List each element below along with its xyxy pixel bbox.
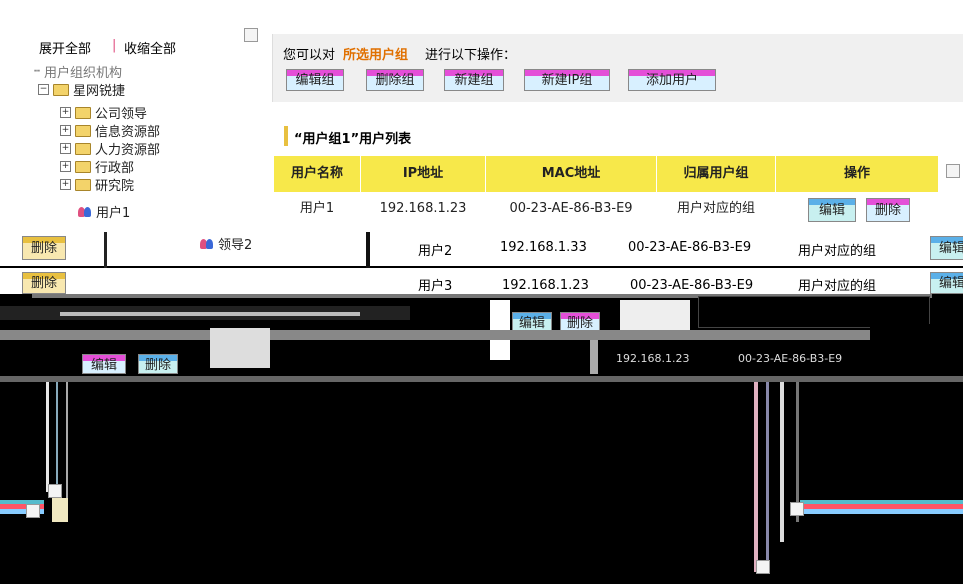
ops-prefix: 您可以对 xyxy=(283,48,336,63)
tree-item-label: 行政部 xyxy=(95,161,135,176)
ops-suffix: 进行以下操作： xyxy=(425,48,517,63)
row1-name: 用户1 xyxy=(274,192,360,226)
glitch-edit-button[interactable]: 编辑 xyxy=(82,354,126,374)
add-user-button[interactable]: 添加用户 xyxy=(628,69,716,91)
new-ip-group-button[interactable]: 新建IP组 xyxy=(524,69,610,91)
tree-root[interactable]: ┅ 用户组织机构 xyxy=(34,62,122,81)
header-group: 归属用户组 xyxy=(657,156,776,192)
row3-ip: 192.168.1.23 xyxy=(502,278,589,293)
glitch-band xyxy=(590,340,598,374)
folder-icon xyxy=(75,178,91,191)
tree-root-label: 用户组织机构 xyxy=(44,66,123,81)
glitch-band xyxy=(210,328,270,368)
tree-item-label: 公司领导 xyxy=(95,107,148,122)
glitch-ip-text: 192.168.1.23 xyxy=(616,352,690,365)
glitch-line xyxy=(56,382,58,492)
tree-org[interactable]: − 星网锐捷 xyxy=(38,80,125,99)
glitch-line xyxy=(766,382,769,572)
delete-group-button[interactable]: 删除组 xyxy=(366,69,424,91)
tree-item-leaders[interactable]: + 公司领导 xyxy=(60,103,147,122)
folder-icon xyxy=(75,106,91,119)
glitch-line xyxy=(46,382,49,492)
window-icon[interactable] xyxy=(756,560,770,574)
window-icon[interactable] xyxy=(48,484,62,498)
expand-all-link[interactable]: 展开全部 xyxy=(39,38,91,57)
row1-group: 用户对应的组 xyxy=(657,192,775,226)
expand-icon[interactable]: + xyxy=(60,107,71,118)
list-title-bar xyxy=(284,126,288,146)
tree-item-hr[interactable]: + 人力资源部 xyxy=(60,139,160,158)
collapse-panel-icon[interactable] xyxy=(244,28,258,42)
expand-icon[interactable]: + xyxy=(60,161,71,172)
folder-icon xyxy=(75,142,91,155)
tree-leader-label: 领导2 xyxy=(218,238,253,253)
tree-user-leaf[interactable]: 用户1 xyxy=(78,202,130,221)
window-icon[interactable] xyxy=(790,502,804,516)
tree-panel: 展开全部 | 收缩全部 ┅ 用户组织机构 − 星网锐捷 + 公司领导 + 信息资… xyxy=(20,20,242,230)
glitch-bar-right xyxy=(800,500,963,514)
glitch-band xyxy=(870,324,963,374)
glitch-band xyxy=(0,330,963,340)
org-chart-icon: ┅ xyxy=(34,66,41,77)
tree-leader-leaf[interactable]: 领导2 xyxy=(200,234,252,253)
glitch-delete-button[interactable]: 删除 xyxy=(138,354,178,374)
expand-icon[interactable]: + xyxy=(60,143,71,154)
collapse-icon[interactable]: − xyxy=(38,84,49,95)
glitch-block xyxy=(52,498,68,522)
folder-icon xyxy=(75,124,91,137)
row1-ip: 192.168.1.23 xyxy=(361,192,485,226)
glitch-band xyxy=(60,312,360,316)
tree-item-research[interactable]: + 研究院 xyxy=(60,175,134,194)
glitch-line xyxy=(796,382,799,522)
glitch-mac-text: 00-23-AE-86-B3-E9 xyxy=(738,352,843,365)
row2-delete-button-left[interactable]: 删除 xyxy=(22,236,66,260)
tree-user-label: 用户1 xyxy=(96,206,131,221)
row1-edit-button[interactable]: 编辑 xyxy=(808,198,856,222)
row2-ip: 192.168.1.33 xyxy=(500,240,587,255)
row3-name: 用户3 xyxy=(418,279,453,294)
collapse-all-link[interactable]: 收缩全部 xyxy=(124,38,176,57)
row1-delete-button[interactable]: 删除 xyxy=(866,198,910,222)
tree-separator: | xyxy=(112,38,117,53)
row2-edit-button[interactable]: 编辑 xyxy=(930,236,963,260)
new-group-button[interactable]: 新建组 xyxy=(444,69,504,91)
list-title: “用户组1”用户列表 xyxy=(294,132,412,147)
users-icon xyxy=(78,206,92,217)
ops-target: 所选用户组 xyxy=(343,48,409,63)
row2-mac: 00-23-AE-86-B3-E9 xyxy=(628,240,752,255)
tree-item-label: 信息资源部 xyxy=(95,125,161,140)
glitch-line xyxy=(780,382,784,542)
tree-item-admin[interactable]: + 行政部 xyxy=(60,157,134,176)
header-user-name: 用户名称 xyxy=(274,156,361,192)
tree-item-info[interactable]: + 信息资源部 xyxy=(60,121,160,140)
glitch-band xyxy=(0,376,963,382)
glitch-line xyxy=(754,382,758,572)
row2-group: 用户对应的组 xyxy=(798,244,877,259)
header-ip: IP地址 xyxy=(361,156,486,192)
window-icon[interactable] xyxy=(26,504,40,518)
header-actions: 操作 xyxy=(776,156,939,192)
expand-icon[interactable]: + xyxy=(60,125,71,136)
users-icon xyxy=(200,238,214,249)
edit-group-button[interactable]: 编辑组 xyxy=(286,69,344,91)
row3-group: 用户对应的组 xyxy=(798,279,877,294)
row3-edit-button[interactable]: 编辑 xyxy=(930,272,963,294)
row1-mac: 00-23-AE-86-B3-E9 xyxy=(486,192,656,226)
folder-icon xyxy=(75,160,91,173)
row2-name: 用户2 xyxy=(418,244,453,259)
tree-item-label: 人力资源部 xyxy=(95,143,161,158)
expand-icon[interactable]: + xyxy=(60,179,71,190)
header-mac: MAC地址 xyxy=(486,156,657,192)
row3-delete-button-left[interactable]: 删除 xyxy=(22,272,66,294)
tree-item-label: 研究院 xyxy=(95,179,135,194)
scroll-corner-icon[interactable] xyxy=(946,164,960,178)
folder-icon xyxy=(53,83,69,96)
row3-mac: 00-23-AE-86-B3-E9 xyxy=(630,278,754,293)
tree-org-label: 星网锐捷 xyxy=(73,84,126,99)
